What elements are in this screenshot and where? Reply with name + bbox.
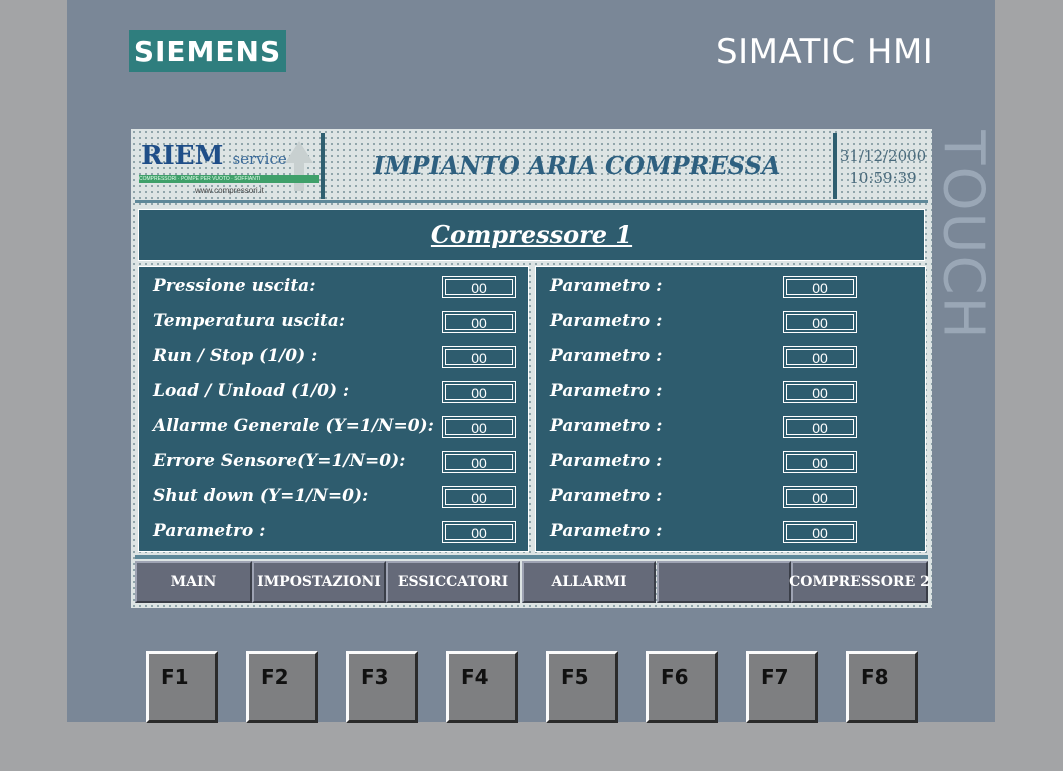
- page-title: Compressore 1: [430, 220, 633, 249]
- param-label: Run / Stop (1/0) :: [153, 346, 318, 366]
- product-name: SIMATIC HMI: [716, 32, 934, 72]
- param-label: Pressione uscita:: [153, 276, 316, 296]
- plant-title: IMPIANTO ARIA COMPRESSA: [373, 151, 781, 180]
- nav-button-essiccatori[interactable]: ESSICCATORI: [386, 561, 520, 603]
- param-value-field[interactable]: 00: [783, 276, 857, 298]
- function-key-f7[interactable]: F7: [746, 651, 818, 723]
- riem-logo: RIEM service COMPRESSORI · POMPE PER VUO…: [135, 133, 321, 199]
- function-key-f8[interactable]: F8: [846, 651, 918, 723]
- right-params-panel: Parametro : 00 Parametro : 00 Parametro …: [535, 266, 926, 552]
- datetime-display: 31/12/2000 10:59:39: [837, 145, 929, 189]
- param-value-field[interactable]: 00: [442, 521, 516, 543]
- hmi-screen: RIEM service COMPRESSORI · POMPE PER VUO…: [131, 129, 932, 608]
- param-label: Parametro :: [550, 311, 663, 331]
- param-row: Parametro : 00: [536, 274, 925, 304]
- param-value-field[interactable]: 00: [442, 486, 516, 508]
- logo-tagline: COMPRESSORI · POMPE PER VUOTO · SOFFIANT…: [139, 175, 319, 183]
- touch-label: TOUCH: [930, 129, 996, 341]
- param-row: Parametro : 00: [139, 519, 528, 549]
- nav-button-impostazioni[interactable]: IMPOSTAZIONI: [252, 561, 386, 603]
- function-key-f1[interactable]: F1: [146, 651, 218, 723]
- param-value-field[interactable]: 00: [783, 346, 857, 368]
- param-row: Errore Sensore(Y=1/N=0): 00: [139, 449, 528, 479]
- param-label: Parametro :: [550, 276, 663, 296]
- nav-button-main[interactable]: MAIN: [135, 561, 252, 603]
- page-title-bar: Compressore 1: [138, 209, 925, 261]
- param-row: Parametro : 00: [536, 519, 925, 549]
- param-value-field[interactable]: 00: [783, 416, 857, 438]
- param-value-field[interactable]: 00: [783, 451, 857, 473]
- param-label: Errore Sensore(Y=1/N=0):: [153, 451, 406, 471]
- function-key-f5[interactable]: F5: [546, 651, 618, 723]
- logo-suffix: service: [232, 150, 287, 168]
- param-row: Load / Unload (1/0) : 00: [139, 379, 528, 409]
- nav-button-empty[interactable]: [657, 561, 791, 603]
- param-label: Parametro :: [550, 346, 663, 366]
- param-row: Run / Stop (1/0) : 00: [139, 344, 528, 374]
- param-label: Shut down (Y=1/N=0):: [153, 486, 369, 506]
- param-value-field[interactable]: 00: [783, 486, 857, 508]
- param-value-field[interactable]: 00: [442, 451, 516, 473]
- param-row: Parametro : 00: [536, 344, 925, 374]
- param-label: Load / Unload (1/0) :: [153, 381, 350, 401]
- arrow-up-icon: [285, 141, 313, 163]
- param-row: Pressione uscita: 00: [139, 274, 528, 304]
- param-value-field[interactable]: 00: [442, 311, 516, 333]
- left-params-panel: Pressione uscita: 00 Temperatura uscita:…: [138, 266, 529, 552]
- nav-separator: [135, 555, 928, 559]
- param-row: Temperatura uscita: 00: [139, 309, 528, 339]
- param-row: Parametro : 00: [536, 309, 925, 339]
- param-label: Parametro :: [550, 451, 663, 471]
- param-label: Parametro :: [550, 521, 663, 541]
- siemens-logo: SIEMENS: [129, 30, 286, 72]
- logo-website: www.compressori.it: [195, 186, 264, 195]
- param-row: Parametro : 00: [536, 414, 925, 444]
- param-label: Parametro :: [550, 381, 663, 401]
- param-row: Shut down (Y=1/N=0): 00: [139, 484, 528, 514]
- function-key-f6[interactable]: F6: [646, 651, 718, 723]
- function-key-f2[interactable]: F2: [246, 651, 318, 723]
- param-label: Temperatura uscita:: [153, 311, 346, 331]
- param-value-field[interactable]: 00: [442, 346, 516, 368]
- param-value-field[interactable]: 00: [783, 521, 857, 543]
- param-row: Parametro : 00: [536, 379, 925, 409]
- param-label: Parametro :: [550, 486, 663, 506]
- param-value-field[interactable]: 00: [442, 276, 516, 298]
- function-key-f3[interactable]: F3: [346, 651, 418, 723]
- param-value-field[interactable]: 00: [442, 381, 516, 403]
- param-value-field[interactable]: 00: [783, 381, 857, 403]
- function-key-f4[interactable]: F4: [446, 651, 518, 723]
- param-label: Allarme Generale (Y=1/N=0):: [153, 416, 434, 436]
- param-label: Parametro :: [153, 521, 266, 541]
- nav-button-compressore-2[interactable]: COMPRESSORE 2: [789, 561, 930, 603]
- param-row: Parametro : 00: [536, 449, 925, 479]
- nav-button-allarmi[interactable]: ALLARMI: [522, 561, 656, 603]
- header-separator: [135, 200, 928, 203]
- header-divider: [321, 133, 325, 199]
- time-text: 10:59:39: [849, 169, 917, 187]
- param-row: Allarme Generale (Y=1/N=0): 00: [139, 414, 528, 444]
- param-value-field[interactable]: 00: [783, 311, 857, 333]
- nav-bar: MAIN IMPOSTAZIONI ESSICCATORI ALLARMI CO…: [135, 561, 930, 605]
- param-row: Parametro : 00: [536, 484, 925, 514]
- date-text: 31/12/2000: [839, 147, 927, 165]
- param-label: Parametro :: [550, 416, 663, 436]
- param-value-field[interactable]: 00: [442, 416, 516, 438]
- logo-name: RIEM: [141, 141, 224, 171]
